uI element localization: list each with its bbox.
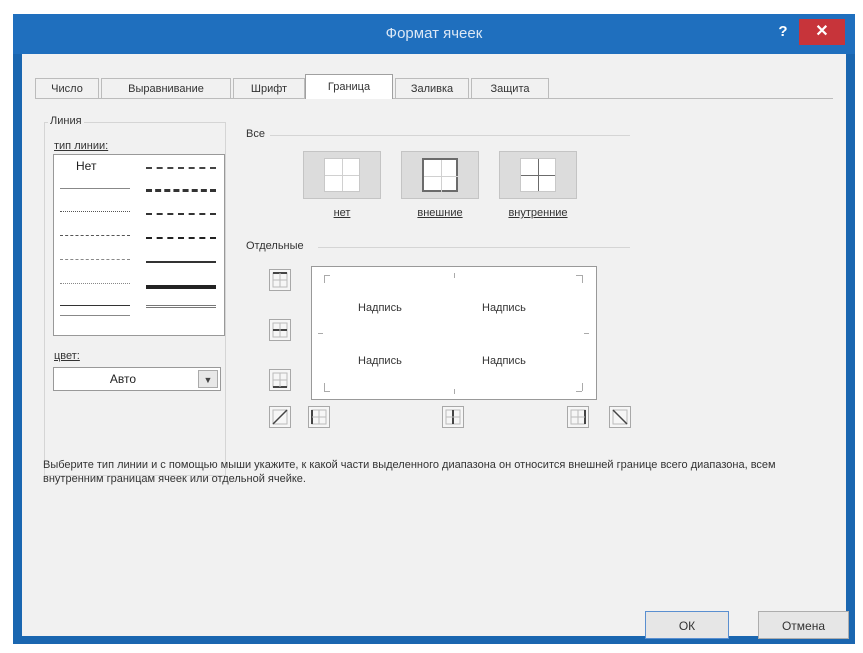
line-style-medium[interactable] bbox=[146, 261, 216, 263]
title-bar[interactable]: Формат ячеек ? ✕ bbox=[13, 14, 855, 54]
line-style-medium-dash-dot[interactable] bbox=[146, 213, 216, 215]
line-style-hair[interactable] bbox=[60, 188, 130, 189]
border-diagonal-down-icon bbox=[612, 409, 628, 425]
tab-alignment[interactable]: Выравнивание bbox=[101, 78, 231, 98]
cancel-button[interactable]: Отмена bbox=[758, 611, 849, 639]
border-diagonal-down-button[interactable] bbox=[609, 406, 631, 428]
preset-none-button[interactable] bbox=[303, 151, 381, 199]
line-style-double[interactable] bbox=[146, 305, 216, 308]
middle-mark bbox=[584, 333, 589, 334]
preset-inside-icon bbox=[520, 158, 556, 192]
border-divider bbox=[318, 247, 630, 248]
preview-text: Надпись bbox=[358, 302, 402, 314]
preset-inside-button[interactable] bbox=[499, 151, 577, 199]
border-top-button[interactable] bbox=[269, 269, 291, 291]
border-inside-horizontal-icon bbox=[272, 322, 288, 338]
preview-text: Надпись bbox=[482, 302, 526, 314]
line-color-label: цвет: bbox=[52, 350, 82, 362]
line-style-list[interactable]: Нет bbox=[53, 154, 225, 336]
border-bottom-button[interactable] bbox=[269, 369, 291, 391]
ok-button[interactable]: ОК bbox=[645, 611, 729, 639]
preview-text: Надпись bbox=[482, 355, 526, 367]
preset-outline-icon bbox=[422, 158, 458, 192]
dialog-title: Формат ячеек bbox=[385, 25, 483, 42]
border-left-button[interactable] bbox=[308, 406, 330, 428]
border-bottom-icon bbox=[272, 372, 288, 388]
border-inside-horizontal-button[interactable] bbox=[269, 319, 291, 341]
middle-mark bbox=[318, 333, 323, 334]
corner-mark bbox=[324, 275, 330, 276]
border-right-button[interactable] bbox=[567, 406, 589, 428]
corner-mark bbox=[576, 275, 582, 276]
border-diagonal-up-button[interactable] bbox=[269, 406, 291, 428]
format-cells-dialog: Формат ячеек ? ✕ Число Выравнивание Шриф… bbox=[13, 14, 855, 644]
chevron-down-icon[interactable]: ▼ bbox=[198, 370, 218, 388]
line-style-medium-dash-dot-dot[interactable] bbox=[146, 167, 216, 169]
tab-number[interactable]: Число bbox=[35, 78, 99, 98]
preset-inside-label: внутренние bbox=[508, 207, 568, 219]
border-right-icon bbox=[570, 409, 586, 425]
border-left-icon bbox=[311, 409, 327, 425]
tab-protection[interactable]: Защита bbox=[471, 78, 549, 98]
dialog-content: Число Выравнивание Шрифт Граница Заливка… bbox=[22, 54, 849, 639]
close-button[interactable]: ✕ bbox=[799, 19, 845, 45]
line-style-thin[interactable] bbox=[60, 305, 130, 306]
line-style-none[interactable]: Нет bbox=[76, 159, 96, 173]
tab-divider bbox=[35, 98, 833, 99]
line-style-thin-2[interactable] bbox=[60, 315, 130, 316]
presets-divider bbox=[270, 135, 630, 136]
corner-mark bbox=[324, 383, 325, 391]
middle-mark bbox=[454, 273, 455, 278]
preset-outline-button[interactable] bbox=[401, 151, 479, 199]
border-diagonal-up-icon bbox=[272, 409, 288, 425]
preset-none-label: нет bbox=[333, 207, 351, 219]
tab-border[interactable]: Граница bbox=[305, 74, 393, 99]
border-group-label: Отдельные bbox=[244, 240, 306, 252]
help-description: Выберите тип линии и с помощью мыши укаж… bbox=[43, 459, 776, 485]
corner-mark bbox=[576, 391, 582, 392]
line-style-dashed-thin[interactable] bbox=[60, 283, 130, 284]
presets-group-label: Все bbox=[244, 128, 267, 140]
corner-mark bbox=[582, 275, 583, 283]
border-preview[interactable]: Надпись Надпись Надпись Надпись bbox=[311, 266, 597, 400]
line-style-dash-dot[interactable] bbox=[60, 259, 130, 260]
border-top-icon bbox=[272, 272, 288, 288]
line-group-label: Линия bbox=[48, 115, 84, 127]
line-color-select[interactable]: Авто ▼ bbox=[53, 367, 221, 391]
preview-text: Надпись bbox=[358, 355, 402, 367]
line-style-medium-dashed[interactable] bbox=[146, 237, 216, 239]
corner-mark bbox=[582, 383, 583, 391]
tab-fill[interactable]: Заливка bbox=[395, 78, 469, 98]
middle-mark bbox=[454, 389, 455, 394]
corner-mark bbox=[324, 275, 325, 283]
preset-none-icon bbox=[324, 158, 360, 192]
line-type-label: тип линии: bbox=[52, 140, 111, 152]
help-button[interactable]: ? bbox=[769, 20, 797, 44]
corner-mark bbox=[324, 391, 330, 392]
border-inside-vertical-button[interactable] bbox=[442, 406, 464, 428]
preset-outline-label: внешние bbox=[417, 207, 463, 219]
line-style-slanted-dash-dot[interactable] bbox=[146, 189, 216, 192]
line-style-dash-dot-dot[interactable] bbox=[60, 235, 130, 236]
line-style-dotted[interactable] bbox=[60, 211, 130, 212]
tab-font[interactable]: Шрифт bbox=[233, 78, 305, 98]
line-color-value: Авто bbox=[109, 372, 137, 386]
line-style-thick[interactable] bbox=[146, 285, 216, 289]
border-inside-vertical-icon bbox=[445, 409, 461, 425]
